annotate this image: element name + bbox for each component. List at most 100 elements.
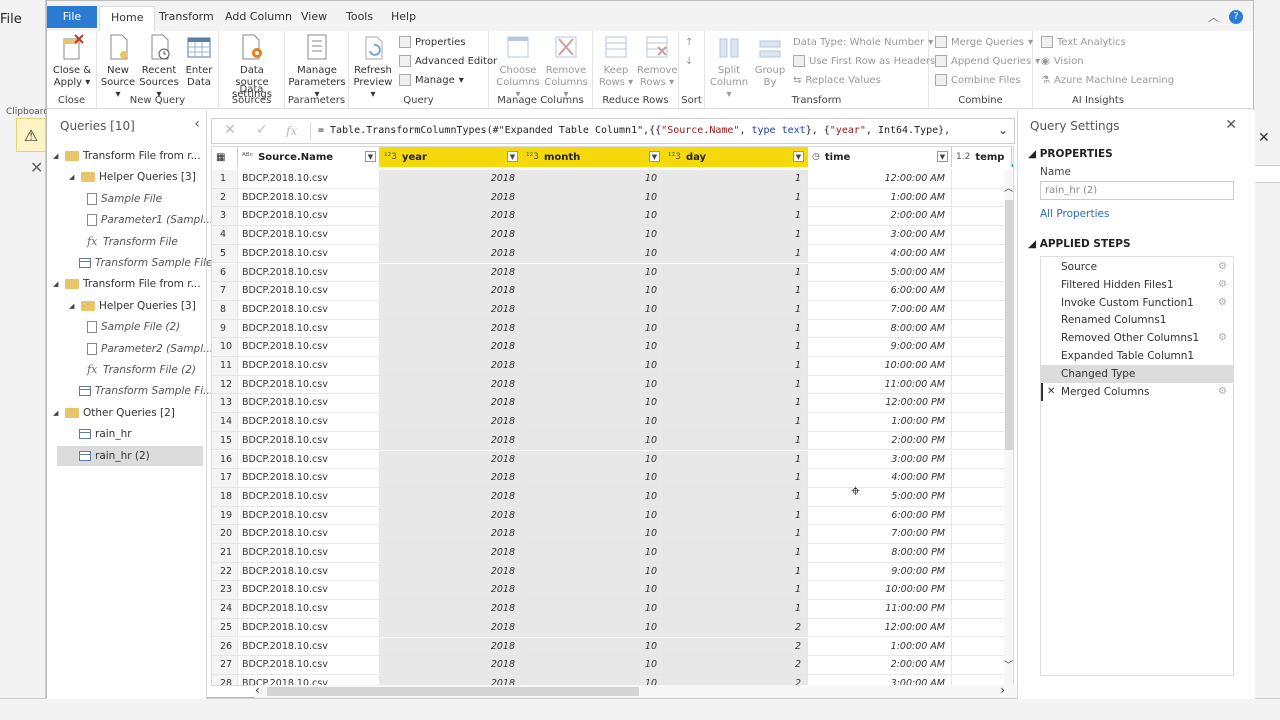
applied-step[interactable]: Expanded Table Column1	[1041, 347, 1233, 365]
table-cell[interactable]: 1	[664, 413, 808, 432]
row-number[interactable]: 22	[212, 562, 238, 582]
table-cell[interactable]: 10	[522, 170, 664, 189]
table-cell[interactable]	[952, 600, 1012, 619]
formula-input[interactable]: = Table.TransformColumnTypes(#"Expanded …	[318, 125, 988, 136]
table-cell[interactable]: 12:00:00 PM	[808, 394, 952, 414]
filter-dropdown-icon[interactable]: ▼	[793, 151, 804, 162]
keep-rows-button[interactable]: Keep Rows ▾	[597, 33, 635, 89]
table-cell[interactable]	[952, 656, 1012, 675]
table-cell[interactable]: 2018	[380, 207, 522, 227]
table-cell[interactable]: BDCP.2018.10.csv	[238, 413, 380, 432]
applied-step[interactable]: Renamed Columns1	[1041, 311, 1233, 329]
query-item[interactable]: Transform Sample File	[79, 253, 213, 273]
query-item[interactable]: rain_hr (2)	[57, 445, 203, 466]
table-cell[interactable]: 12:00:00 AM	[808, 618, 952, 638]
gear-icon[interactable]: ⚙	[1218, 383, 1227, 401]
data-type-dropdown[interactable]: Data Type: Whole Number ▾	[793, 34, 933, 50]
remove-columns-button[interactable]: Remove Columns ▾	[543, 33, 589, 101]
expand-triangle-icon[interactable]: ◢	[69, 167, 77, 187]
advanced-editor-button[interactable]: Advanced Editor	[399, 53, 497, 69]
tab-home[interactable]: Home	[99, 6, 156, 32]
table-cell[interactable]: 8:00:00 AM	[808, 319, 952, 339]
table-cell[interactable]: 1	[664, 282, 808, 301]
row-number[interactable]: 21	[212, 544, 238, 563]
expand-formula-icon[interactable]: ⌄	[998, 123, 1008, 137]
applied-step[interactable]: Changed Type	[1041, 364, 1233, 383]
table-row[interactable]: 17 BDCP.2018.10.csv 2018 10 1 4:00:00 PM	[212, 469, 1013, 488]
gear-icon[interactable]: ⚙	[1218, 329, 1227, 347]
table-cell[interactable]: 1	[664, 244, 808, 264]
table-cell[interactable]: BDCP.2018.10.csv	[238, 170, 380, 189]
table-cell[interactable]: 2018	[380, 170, 522, 189]
table-cell[interactable]: 2018	[380, 487, 522, 507]
table-cell[interactable]: 10	[522, 487, 664, 507]
table-cell[interactable]: 7:00:00 PM	[808, 525, 952, 544]
table-cell[interactable]: 6:00:00 PM	[808, 506, 952, 526]
table-cell[interactable]: 1	[664, 450, 808, 470]
table-cell[interactable]: 10	[522, 413, 664, 432]
table-row[interactable]: 11 BDCP.2018.10.csv 2018 10 1 10:00:00 AM	[212, 357, 1013, 376]
table-cell[interactable]: 2018	[380, 469, 522, 488]
row-number[interactable]: 8	[212, 300, 238, 320]
row-number[interactable]: 12	[212, 375, 238, 395]
enter-data-button[interactable]: Enter Data	[181, 33, 217, 89]
table-cell[interactable]: 7:00:00 AM	[808, 300, 952, 320]
table-cell[interactable]: 8:00:00 PM	[808, 544, 952, 563]
table-cell[interactable]: 10	[522, 375, 664, 395]
combine-files-button[interactable]: Combine Files	[935, 72, 1021, 88]
row-number[interactable]: 14	[212, 413, 238, 432]
table-cell[interactable]: 1	[664, 487, 808, 507]
table-cell[interactable]: BDCP.2018.10.csv	[238, 600, 380, 619]
table-cell[interactable]: 10	[522, 562, 664, 582]
table-cell[interactable]	[952, 319, 1012, 339]
table-cell[interactable]	[952, 506, 1012, 526]
table-cell[interactable]: 2:00:00 AM	[808, 656, 952, 675]
table-cell[interactable]: 1	[664, 469, 808, 488]
table-cell[interactable]	[952, 338, 1012, 357]
table-cell[interactable]: 10:00:00 AM	[808, 357, 952, 376]
cancel-formula-icon[interactable]: ✕	[224, 122, 236, 138]
row-number[interactable]: 15	[212, 431, 238, 451]
row-number[interactable]: 3	[212, 207, 238, 227]
column-header-time[interactable]: ◷ time ▼	[808, 147, 952, 167]
table-cell[interactable]: BDCP.2018.10.csv	[238, 375, 380, 395]
filter-dropdown-icon[interactable]: ▼	[937, 151, 948, 162]
table-cell[interactable]: 10	[522, 338, 664, 357]
query-item[interactable]: ◢ Transform File from r...	[53, 274, 201, 294]
table-cell[interactable]	[952, 544, 1012, 563]
table-cell[interactable]: 2018	[380, 226, 522, 245]
table-cell[interactable]: BDCP.2018.10.csv	[238, 450, 380, 470]
table-cell[interactable]: 1	[664, 544, 808, 563]
table-cell[interactable]: 4:00:00 AM	[808, 244, 952, 264]
applied-steps-header[interactable]: ◢ APPLIED STEPS	[1028, 238, 1131, 250]
table-cell[interactable]	[952, 618, 1012, 638]
row-number[interactable]: 6	[212, 263, 238, 283]
azure-ml-button[interactable]: ⚗ Azure Machine Learning	[1041, 72, 1174, 88]
table-cell[interactable]: BDCP.2018.10.csv	[238, 544, 380, 563]
table-cell[interactable]: 2018	[380, 525, 522, 544]
table-cell[interactable]	[952, 357, 1012, 376]
collapse-ribbon-icon[interactable]: ︿	[1208, 9, 1219, 25]
properties-header[interactable]: ◢ PROPERTIES	[1028, 148, 1113, 160]
table-cell[interactable]: 2	[664, 656, 808, 675]
table-cell[interactable]: 10	[522, 506, 664, 526]
table-row[interactable]: 23 BDCP.2018.10.csv 2018 10 1 10:00:00 PM	[212, 581, 1013, 601]
table-cell[interactable]: BDCP.2018.10.csv	[238, 525, 380, 544]
row-number[interactable]: 18	[212, 487, 238, 507]
fx-icon[interactable]: fx	[286, 124, 297, 138]
table-cell[interactable]: 2:00:00 AM	[808, 207, 952, 227]
table-cell[interactable]: 10	[522, 581, 664, 601]
table-cell[interactable]: 10	[522, 263, 664, 283]
table-row[interactable]: 4 BDCP.2018.10.csv 2018 10 1 3:00:00 AM	[212, 226, 1013, 245]
filter-dropdown-icon[interactable]: ▼	[507, 151, 518, 162]
table-row[interactable]: 5 BDCP.2018.10.csv 2018 10 1 4:00:00 AM	[212, 244, 1013, 264]
applied-step[interactable]: Invoke Custom Function1 ⚙	[1041, 294, 1233, 312]
table-row[interactable]: 27 BDCP.2018.10.csv 2018 10 2 2:00:00 AM	[212, 656, 1013, 675]
help-icon[interactable]: ?	[1229, 10, 1243, 24]
query-item[interactable]: fx Transform File (2)	[87, 360, 196, 380]
table-cell[interactable]: BDCP.2018.10.csv	[238, 487, 380, 507]
table-menu-icon[interactable]: ▦	[212, 147, 238, 167]
table-cell[interactable]: BDCP.2018.10.csv	[238, 618, 380, 638]
row-number[interactable]: 4	[212, 226, 238, 245]
table-cell[interactable]: 2018	[380, 394, 522, 414]
